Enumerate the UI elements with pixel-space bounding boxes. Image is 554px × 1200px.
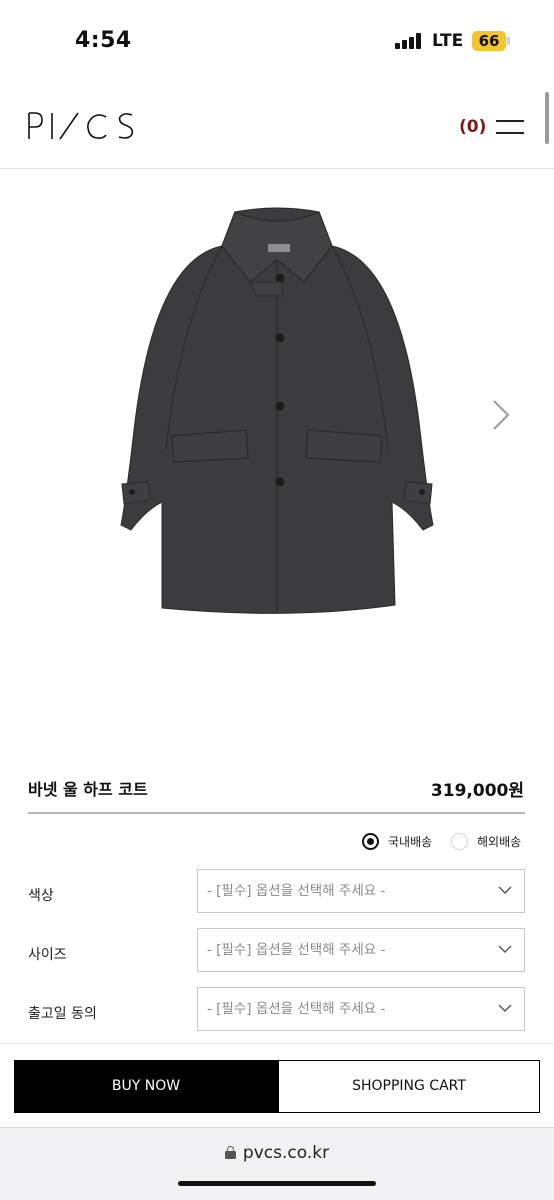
hamburger-menu-icon[interactable] (496, 118, 524, 136)
pvcs-logo[interactable] (26, 111, 138, 141)
url-text: pvcs.co.kr (242, 1143, 330, 1163)
select-placeholder: - [필수] 옵션을 선택해 주세요 - (207, 883, 386, 899)
cart-count[interactable]: (0) (459, 117, 486, 137)
product-price: 319,000원 (430, 781, 524, 801)
coat-image (120, 207, 434, 614)
product-image-carousel[interactable] (0, 170, 554, 750)
product-name: 바넷 울 하프 코트 (28, 780, 148, 799)
browser-url-bar[interactable]: pvcs.co.kr (0, 1127, 554, 1200)
radio-selected-icon[interactable] (362, 832, 379, 850)
color-select[interactable]: - [필수] 옵션을 선택해 주세요 - (197, 869, 525, 913)
site-header: (0) (0, 84, 554, 169)
status-time: 4:54 (75, 28, 132, 53)
battery-icon: 66 (472, 31, 506, 51)
next-arrow-icon[interactable] (490, 398, 512, 432)
chevron-down-icon (498, 1004, 512, 1012)
select-placeholder: - [필수] 옵션을 선택해 주세요 - (207, 1001, 386, 1017)
purchase-bar: BUY NOW SHOPPING CART (0, 1043, 554, 1127)
lock-icon (224, 1146, 236, 1159)
chevron-down-icon (498, 945, 512, 953)
shipping-option-label: 해외배송 (477, 834, 522, 849)
battery-tip (507, 37, 510, 45)
shipping-option-domestic[interactable]: 국내배송 (362, 831, 432, 851)
buy-now-button[interactable]: BUY NOW (14, 1060, 278, 1113)
shopping-cart-button[interactable]: SHOPPING CART (278, 1060, 540, 1113)
option-label-color: 색상 (28, 888, 54, 904)
option-label-ship-date-consent: 출고일 동의 (28, 1006, 97, 1022)
shipping-option-international[interactable]: 해외배송 (451, 831, 521, 851)
url-display[interactable]: pvcs.co.kr (0, 1143, 554, 1163)
home-indicator (178, 1181, 376, 1186)
option-label-size: 사이즈 (28, 947, 67, 963)
ship-date-consent-select[interactable]: - [필수] 옵션을 선택해 주세요 - (197, 987, 525, 1031)
signal-icon (395, 33, 423, 49)
radio-unselected-icon[interactable] (451, 832, 468, 850)
status-bar: 4:54 LTE 66 (0, 0, 554, 84)
scrollbar-thumb[interactable] (545, 92, 549, 144)
chevron-down-icon (498, 886, 512, 894)
shipping-option-label: 국내배송 (388, 834, 433, 849)
carrier-label: LTE (432, 31, 464, 51)
select-placeholder: - [필수] 옵션을 선택해 주세요 - (207, 942, 386, 958)
size-select[interactable]: - [필수] 옵션을 선택해 주세요 - (197, 928, 525, 972)
title-divider (28, 812, 525, 814)
